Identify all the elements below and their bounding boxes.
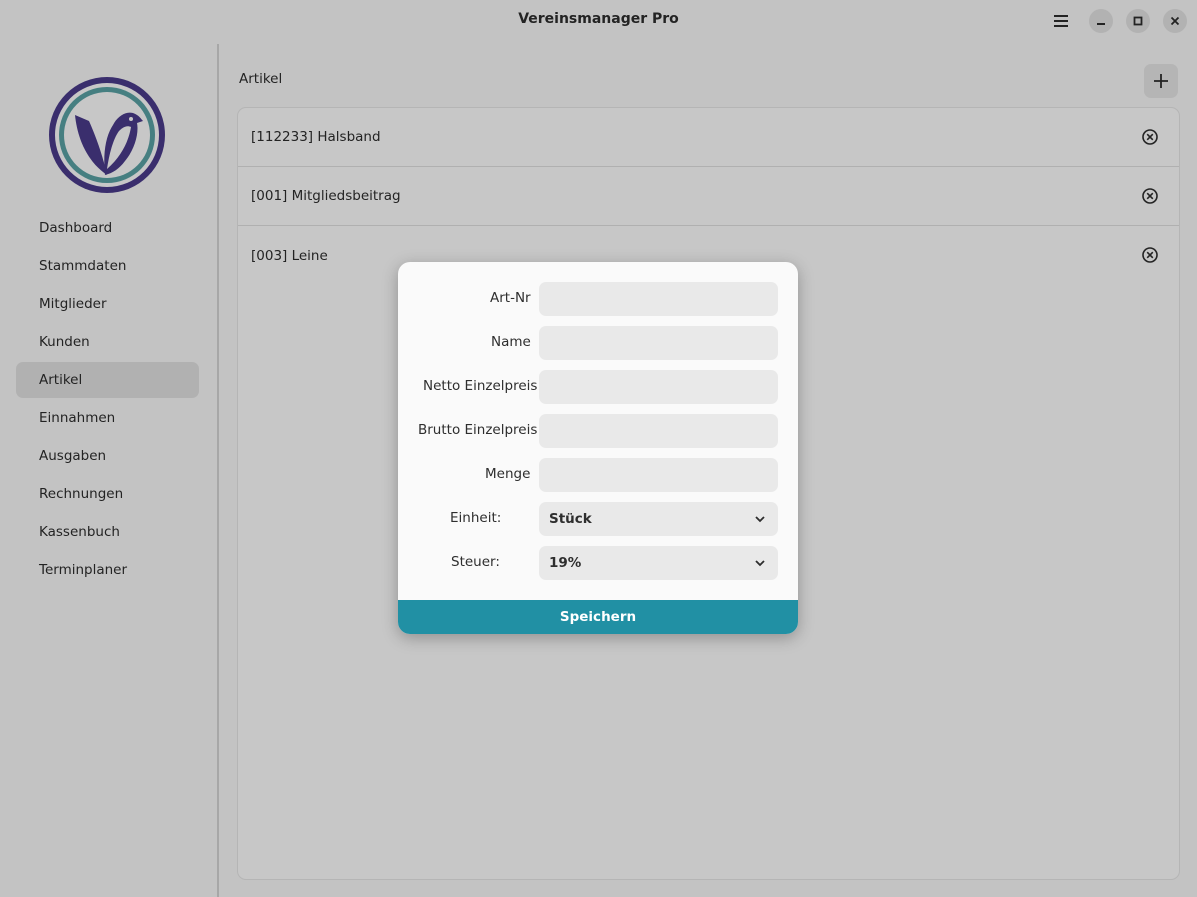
- save-button[interactable]: Speichern: [398, 600, 798, 634]
- netto-label: Netto Einzelpreis: [423, 378, 538, 394]
- tax-selected-value: 19%: [549, 555, 582, 571]
- quantity-field[interactable]: [539, 458, 778, 492]
- article-dialog: Art-Nr Name Netto Einzelpreis Brutto Ein…: [398, 262, 798, 634]
- chevron-down-icon: [755, 560, 765, 567]
- steuer-label: Steuer:: [451, 554, 500, 570]
- netto-price-field[interactable]: [539, 370, 778, 404]
- brutto-label: Brutto Einzelpreis: [418, 422, 538, 438]
- menge-label: Menge: [485, 466, 531, 482]
- brutto-price-field[interactable]: [539, 414, 778, 448]
- unit-selected-value: Stück: [549, 511, 592, 527]
- unit-dropdown[interactable]: Stück: [539, 502, 778, 536]
- app-window: Vereinsmanager Pro Dashboard Stammdaten …: [0, 0, 1197, 897]
- name-label: Name: [491, 334, 531, 350]
- art-nr-label: Art-Nr: [490, 290, 531, 306]
- chevron-down-icon: [755, 516, 765, 523]
- art-nr-field[interactable]: [539, 282, 778, 316]
- einheit-label: Einheit:: [450, 510, 502, 526]
- tax-dropdown[interactable]: 19%: [539, 546, 778, 580]
- name-field[interactable]: [539, 326, 778, 360]
